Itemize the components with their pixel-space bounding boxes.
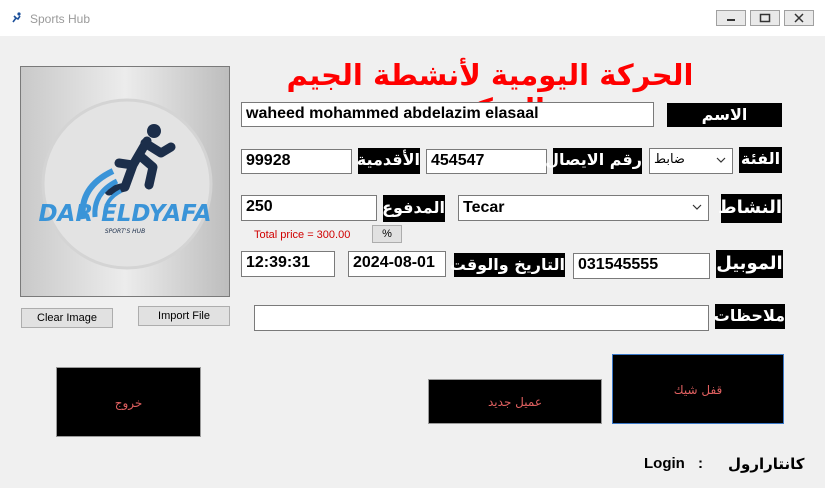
name-input[interactable]: waheed mohammed abdelazim elasaal — [241, 102, 654, 127]
activity-label: النشاط — [718, 194, 782, 223]
chevron-down-icon — [692, 204, 702, 210]
category-label: الفئة — [739, 147, 782, 173]
profile-image-box[interactable]: DAR ELDYAFA SPORT'S HUB — [20, 66, 230, 297]
clear-image-button[interactable]: Clear Image — [21, 308, 113, 328]
paid-label: المدفوع — [382, 195, 445, 222]
chevron-down-icon — [716, 157, 726, 163]
window-title: Sports Hub — [30, 12, 91, 26]
category-select[interactable]: ضابط — [649, 148, 733, 174]
maximize-icon — [759, 13, 771, 23]
exit-button[interactable]: خروج — [56, 367, 201, 437]
login-colon: : — [698, 455, 703, 472]
new-client-button[interactable]: عميل جديد — [428, 379, 602, 424]
notes-input[interactable] — [254, 305, 709, 331]
notes-label: ملاحظات — [714, 304, 785, 329]
title-bar: Sports Hub — [0, 0, 825, 36]
category-value: ضابط — [654, 152, 685, 167]
login-username: كانتارارول — [728, 455, 805, 473]
receipt-label: رقم الايصال — [545, 148, 642, 174]
brand-logo: DAR ELDYAFA SPORT'S HUB — [21, 67, 229, 296]
lock-check-button[interactable]: قفل شيك — [612, 354, 784, 424]
activity-select[interactable]: Tecar — [458, 195, 709, 221]
maximize-button[interactable] — [750, 10, 780, 26]
seniority-label: الأقدمية — [357, 148, 420, 174]
app-icon — [12, 12, 21, 23]
date-input[interactable]: 2024-08-01 — [348, 251, 446, 277]
login-label: Login — [644, 455, 685, 472]
seniority-input[interactable]: 99928 — [241, 149, 352, 174]
minimize-button[interactable] — [716, 10, 746, 26]
total-price-text: Total price = 300.00 — [254, 229, 351, 241]
name-label: الاسم — [667, 103, 782, 127]
activity-value: Tecar — [463, 199, 505, 216]
minimize-icon — [727, 19, 735, 21]
close-icon — [794, 13, 804, 23]
receipt-input[interactable]: 454547 — [426, 149, 547, 174]
logo-tagline-text: SPORT'S HUB — [105, 228, 145, 235]
import-file-button[interactable]: Import File — [138, 306, 230, 326]
datetime-label: التاريخ والوقت — [450, 253, 565, 277]
mobile-input[interactable]: 031545555 — [573, 253, 710, 279]
mobile-label: الموبيل — [716, 250, 783, 278]
percent-button[interactable]: % — [372, 225, 402, 243]
close-button[interactable] — [784, 10, 814, 26]
time-input[interactable]: 12:39:31 — [241, 251, 335, 277]
logo-brand-text: DAR ELDYAFA — [38, 201, 211, 227]
paid-input[interactable]: 250 — [241, 195, 377, 221]
